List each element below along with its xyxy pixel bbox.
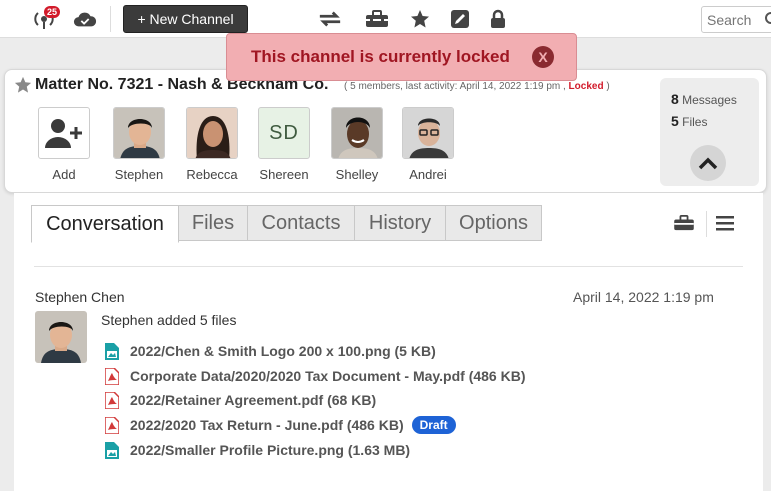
avatar (113, 107, 165, 159)
member-name: Rebecca (186, 167, 238, 182)
message-text: Stephen added 5 files (101, 312, 237, 328)
locked-status: Locked (568, 81, 604, 92)
tab-history[interactable]: History (354, 205, 446, 241)
avatar (186, 107, 238, 159)
file-item[interactable]: 2022/Smaller Profile Picture.png (1.63 M… (105, 440, 410, 460)
member-name: Shereen (259, 167, 309, 182)
member-shelley[interactable]: Shelley (322, 107, 392, 182)
pdf-file-icon (105, 367, 119, 385)
channel-meta-info: ( 5 members, last activity: April 14, 20… (344, 81, 566, 92)
alert-message: This channel is currently locked (251, 47, 510, 66)
member-name: Andrei (409, 167, 447, 182)
pdf-file-icon (105, 416, 119, 434)
member-shereen[interactable]: SD Shereen (249, 107, 319, 182)
locked-alert: This channel is currently locked X (226, 33, 577, 81)
message-author: Stephen Chen (35, 289, 125, 305)
channel-meta-close: ) (606, 81, 610, 92)
cloud-sync-icon[interactable] (73, 8, 97, 30)
member-stephen[interactable]: Stephen (104, 107, 174, 182)
avatar (402, 107, 454, 159)
search-input[interactable] (702, 7, 758, 32)
channel-stats: 8 Messages 5 Files (660, 78, 759, 186)
toolbox-icon[interactable] (673, 215, 695, 236)
avatar (331, 107, 383, 159)
search-icon[interactable] (764, 11, 771, 32)
toolbar-divider (110, 6, 111, 32)
conversation-panel: Conversation Files Contacts History Opti… (14, 193, 763, 491)
file-name: 2022/Smaller Profile Picture.png (1.63 M… (130, 442, 411, 458)
tab-options[interactable]: Options (445, 205, 542, 241)
messages-count: 8 (671, 91, 679, 107)
member-rebecca[interactable]: Rebecca (177, 107, 247, 182)
member-name: Shelley (335, 167, 379, 182)
image-file-icon (105, 441, 119, 459)
file-item[interactable]: 2022/Retainer Agreement.pdf (68 KB) (105, 390, 376, 410)
transfer-icon[interactable] (318, 8, 342, 30)
new-channel-button[interactable]: + New Channel (123, 5, 248, 33)
hamburger-menu-icon[interactable] (716, 215, 734, 236)
add-member-button[interactable]: Add (29, 107, 99, 182)
alert-close-button[interactable]: X (532, 46, 554, 68)
favorite-star-icon[interactable] (14, 76, 32, 99)
message-timestamp: April 14, 2022 1:19 pm (573, 289, 714, 305)
file-item[interactable]: 2022/2020 Tax Return - June.pdf (486 KB)… (105, 415, 456, 435)
avatar-initials: SD (258, 107, 310, 159)
add-user-icon (38, 107, 90, 159)
channel-header-card: Matter No. 7321 - Nash & Beckham Co. ( 5… (4, 69, 767, 193)
member-andrei[interactable]: Andrei (393, 107, 463, 182)
tab-conversation[interactable]: Conversation (31, 205, 179, 243)
channel-meta: ( 5 members, last activity: April 14, 20… (344, 81, 610, 92)
file-item[interactable]: 2022/Chen & Smith Logo 200 x 100.png (5 … (105, 341, 436, 361)
files-stat: 5 Files (671, 113, 707, 129)
notifications-icon[interactable]: 25 (32, 6, 61, 30)
tab-tools-divider (706, 211, 707, 237)
notification-badge: 25 (44, 6, 61, 18)
messages-stat: 8 Messages (671, 91, 737, 107)
search-box (701, 6, 771, 33)
toolbox-icon[interactable] (365, 8, 389, 30)
pdf-file-icon (105, 391, 119, 409)
star-icon[interactable] (408, 8, 432, 30)
chevron-up-icon (698, 157, 718, 170)
collapse-button[interactable] (690, 145, 726, 181)
member-name: Stephen (114, 167, 164, 182)
image-file-icon (105, 342, 119, 360)
files-count: 5 (671, 113, 679, 129)
tab-files[interactable]: Files (178, 205, 248, 241)
avatar (35, 311, 87, 363)
messages-label: Messages (682, 93, 737, 107)
file-name: 2022/Chen & Smith Logo 200 x 100.png (5 … (130, 343, 436, 359)
edit-icon[interactable] (448, 8, 472, 30)
file-name: Corporate Data/2020/2020 Tax Document - … (130, 368, 526, 384)
lock-icon[interactable] (486, 8, 510, 30)
draft-badge: Draft (411, 416, 456, 434)
member-name: Add (52, 167, 76, 182)
tab-contacts[interactable]: Contacts (247, 205, 355, 241)
file-name: 2022/2020 Tax Return - June.pdf (486 KB) (130, 417, 404, 433)
divider (34, 266, 743, 267)
file-item[interactable]: Corporate Data/2020/2020 Tax Document - … (105, 366, 526, 386)
files-label: Files (682, 115, 708, 129)
file-name: 2022/Retainer Agreement.pdf (68 KB) (130, 392, 377, 408)
